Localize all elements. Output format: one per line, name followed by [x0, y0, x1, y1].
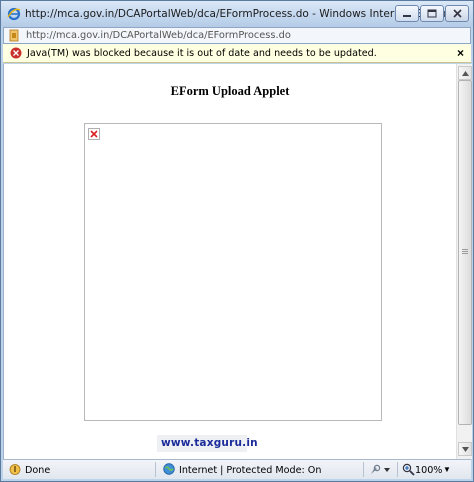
- infobar-message[interactable]: Java(TM) was blocked because it is out o…: [27, 48, 377, 59]
- title-bar: http://mca.gov.in/DCAPortalWeb/dca/EForm…: [1, 1, 473, 27]
- scroll-up-button[interactable]: [458, 66, 472, 80]
- scroll-thumb[interactable]: [458, 80, 472, 425]
- security-zone[interactable]: Internet | Protected Mode: On: [179, 465, 321, 476]
- page-icon: [9, 29, 19, 42]
- status-divider: [363, 462, 364, 477]
- grip-line: [462, 251, 468, 252]
- page-done-icon: [9, 464, 21, 475]
- minimize-icon: [403, 14, 411, 17]
- information-bar[interactable]: Java(TM) was blocked because it is out o…: [3, 44, 471, 63]
- watermark-label: www.taxguru.in: [157, 435, 258, 452]
- status-divider: [155, 462, 156, 477]
- broken-image-icon: [88, 128, 100, 140]
- scroll-down-button[interactable]: [458, 442, 472, 456]
- maximize-button[interactable]: [420, 5, 444, 22]
- close-window-button[interactable]: [445, 5, 469, 22]
- manage-addons-icon[interactable]: [369, 463, 391, 476]
- vertical-scrollbar[interactable]: [456, 64, 472, 459]
- grip-line: [462, 253, 468, 254]
- maximize-icon: [427, 9, 437, 18]
- close-icon: [452, 9, 462, 18]
- status-bar: Done Internet | Protected Mode: On 100% …: [3, 459, 471, 479]
- globe-icon: [163, 463, 175, 475]
- internet-explorer-icon: [7, 7, 21, 21]
- address-bar[interactable]: http://mca.gov.in/DCAPortalWeb/dca/EForm…: [3, 27, 471, 44]
- zoom-icon[interactable]: [402, 463, 415, 476]
- minimize-button[interactable]: [395, 5, 419, 22]
- window-title: http://mca.gov.in/DCAPortalWeb/dca/EForm…: [25, 8, 459, 20]
- grip-line: [462, 249, 468, 250]
- zoom-dropdown-icon[interactable]: ▼: [443, 465, 451, 474]
- status-text: Done: [25, 465, 51, 476]
- browser-window: http://mca.gov.in/DCAPortalWeb/dca/EForm…: [0, 0, 474, 482]
- infobar-close-button[interactable]: ×: [457, 46, 464, 60]
- page-title: EForm Upload Applet: [170, 84, 290, 98]
- page-content: EForm Upload Applet www.taxguru.in: [3, 64, 472, 459]
- blocked-warning-icon: [10, 47, 22, 59]
- applet-frame: [84, 123, 382, 421]
- address-url[interactable]: http://mca.gov.in/DCAPortalWeb/dca/EForm…: [26, 30, 291, 41]
- arrow-up-icon: [461, 70, 469, 76]
- zoom-level[interactable]: 100%: [415, 465, 442, 476]
- status-divider: [397, 462, 398, 477]
- arrow-down-icon: [461, 446, 469, 452]
